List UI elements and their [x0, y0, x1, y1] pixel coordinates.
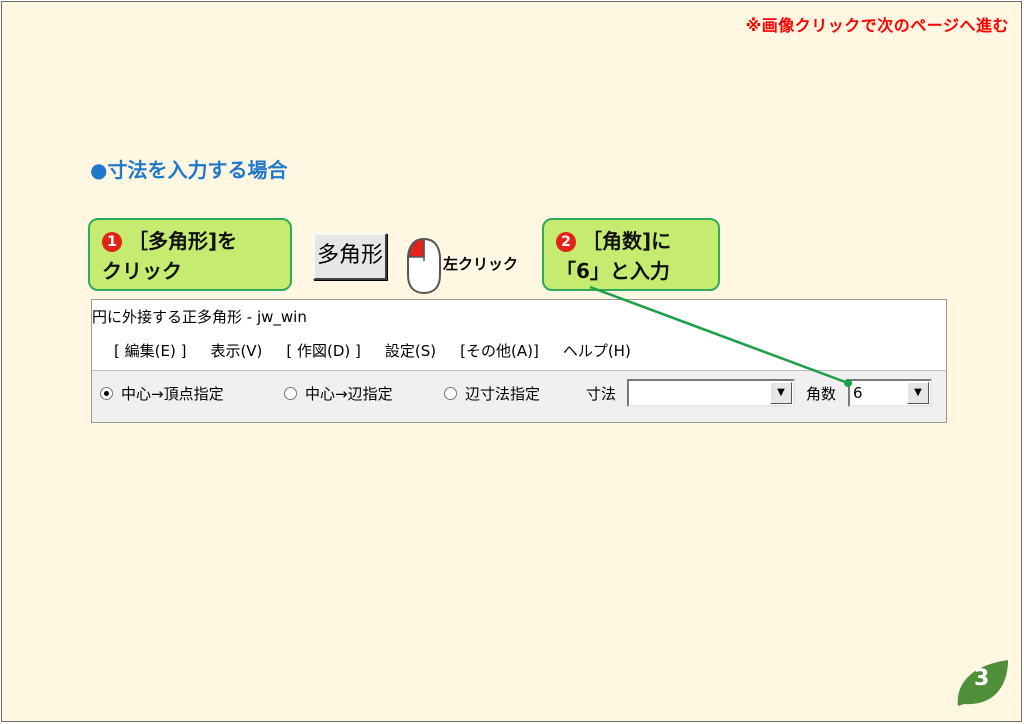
angle-count-label: 角数 [806, 385, 837, 403]
radio-label: 辺寸法指定 [465, 385, 541, 403]
page-number: 3 [974, 666, 990, 691]
callout-line: 「6」と入力 [556, 259, 670, 283]
callout-line: クリック [102, 259, 182, 283]
dropdown-arrow-icon[interactable]: ▼ [907, 382, 929, 404]
angle-count-value: 6 [853, 384, 863, 402]
radio-icon [444, 387, 457, 400]
window-title: 円に外接する正多角形 - jw_win [92, 308, 307, 326]
menu-bar: [ 編集(E) ] 表示(V) [ 作図(D) ] 設定(S) [その他(A)]… [114, 340, 631, 361]
dropdown-arrow-icon[interactable]: ▼ [770, 382, 792, 404]
menu-settings[interactable]: 設定(S) [385, 340, 436, 361]
jw-win-window: 円に外接する正多角形 - jw_win [ 編集(E) ] 表示(V) [ 作図… [91, 299, 947, 423]
callout-step-2: 2 ［角数]に 「6」と入力 [542, 218, 720, 291]
slide-page[interactable]: ※画像クリックで次のページへ進む ●寸法を入力する場合 1 ［多角形]を クリック… [1, 1, 1022, 722]
dimension-combo[interactable]: ▼ [627, 379, 795, 407]
callout-line: ［角数]に [582, 229, 672, 253]
menu-view[interactable]: 表示(V) [210, 340, 262, 361]
radio-icon [284, 387, 297, 400]
mouse-left-click-icon [407, 237, 441, 295]
menu-help[interactable]: ヘルプ(H) [563, 340, 631, 361]
left-click-label: 左クリック [443, 255, 519, 273]
radio-selected-icon [100, 387, 113, 400]
radio-side-dimension[interactable]: 辺寸法指定 [444, 383, 540, 404]
menu-edit[interactable]: [ 編集(E) ] [114, 340, 186, 361]
dimension-label: 寸法 [586, 385, 617, 403]
section-heading: ●寸法を入力する場合 [90, 158, 288, 182]
radio-center-vertex[interactable]: 中心→頂点指定 [100, 383, 224, 404]
step-number-badge: 1 [102, 232, 122, 252]
radio-center-side[interactable]: 中心→辺指定 [284, 383, 393, 404]
menu-draw[interactable]: [ 作図(D) ] [286, 340, 361, 361]
next-page-note[interactable]: ※画像クリックで次のページへ進む [746, 12, 1009, 36]
step-number-badge: 2 [556, 232, 576, 252]
callout-line: ［多角形]を [128, 229, 238, 253]
angle-count-combo[interactable]: 6 ▼ [848, 379, 932, 407]
menu-other[interactable]: [その他(A)] [460, 340, 539, 361]
callout-step-1: 1 ［多角形]を クリック [88, 218, 292, 291]
polygon-tool-button[interactable]: 多角形 [313, 233, 387, 280]
polygon-toolbar: 中心→頂点指定 中心→辺指定 辺寸法指定 寸法 ▼ 角数 6 ▼ [92, 370, 946, 422]
radio-label: 中心→辺指定 [305, 385, 393, 403]
radio-label: 中心→頂点指定 [121, 385, 224, 403]
